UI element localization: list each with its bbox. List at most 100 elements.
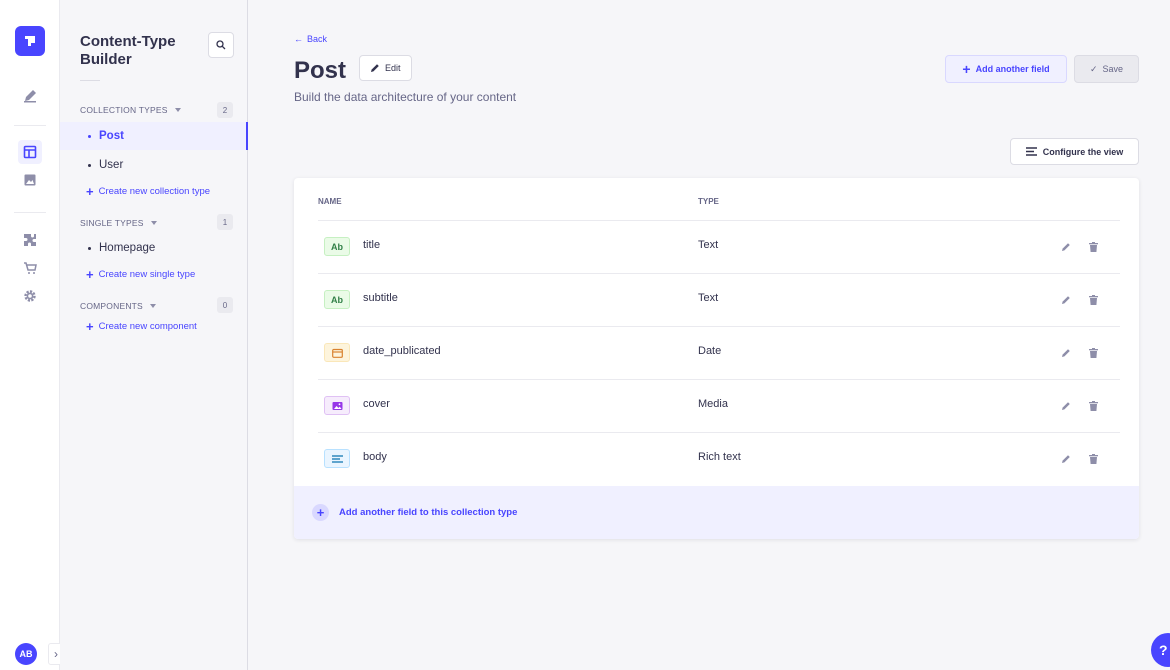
- subnav-item-label: User: [99, 159, 124, 171]
- settings-gear-icon[interactable]: [18, 284, 42, 308]
- main-nav-rail: AB ›: [0, 0, 64, 670]
- table-row[interactable]: Ab subtitle Text: [294, 273, 1139, 326]
- caret-down-icon: [174, 108, 181, 112]
- add-another-field-button[interactable]: + Add another field: [945, 55, 1067, 83]
- content-type-builder-subnav: Content-Type Builder COLLECTION TYPES 2 …: [60, 0, 248, 670]
- row-divider: [318, 273, 1120, 274]
- calendar-icon: [324, 343, 350, 362]
- create-link-label: Create new component: [98, 321, 197, 332]
- subnav-title: Content-Type Builder: [80, 33, 176, 68]
- field-type: Text: [698, 292, 719, 304]
- edit-field-button[interactable]: [1056, 290, 1076, 310]
- edit-field-button[interactable]: [1056, 396, 1076, 416]
- collection-types-count: 2: [217, 102, 233, 118]
- pencil-icon: [371, 64, 379, 72]
- page-subtitle: Build the data architecture of your cont…: [294, 90, 517, 104]
- create-collection-type-link[interactable]: + Create new collection type: [86, 183, 211, 199]
- row-divider: [318, 220, 1120, 221]
- components-header[interactable]: COMPONENTS: [80, 301, 156, 311]
- delete-field-button[interactable]: [1083, 237, 1103, 257]
- delete-field-button[interactable]: [1083, 343, 1103, 363]
- field-name: date_publicated: [363, 345, 441, 357]
- help-button[interactable]: ?: [1151, 633, 1170, 667]
- table-row[interactable]: cover Media: [294, 379, 1139, 432]
- edit-field-button[interactable]: [1056, 343, 1076, 363]
- edit-button[interactable]: Edit: [359, 55, 412, 81]
- column-header-name: NAME: [318, 197, 342, 206]
- back-link[interactable]: ← Back: [294, 34, 327, 44]
- collection-types-header[interactable]: COLLECTION TYPES: [80, 105, 181, 115]
- strapi-logo[interactable]: [15, 26, 45, 56]
- subnav-item-label: Homepage: [99, 242, 156, 254]
- trash-icon: [1088, 401, 1098, 411]
- save-button[interactable]: ✓ Save: [1074, 55, 1139, 83]
- save-label: Save: [1102, 64, 1124, 74]
- subnav-item-label: Post: [99, 130, 124, 142]
- field-type: Date: [698, 345, 722, 357]
- marketplace-cart-icon[interactable]: [18, 256, 42, 280]
- content-type-builder-icon[interactable]: [18, 140, 42, 164]
- row-divider: [318, 326, 1120, 327]
- table-row[interactable]: Ab title Text: [294, 220, 1139, 273]
- create-single-type-link[interactable]: + Create new single type: [86, 268, 196, 281]
- add-field-label: Add another field: [975, 64, 1050, 74]
- section-label: SINGLE TYPES: [80, 218, 144, 228]
- row-divider: [318, 432, 1120, 433]
- delete-field-button[interactable]: [1083, 396, 1103, 416]
- chevron-right-icon: ›: [54, 647, 58, 661]
- edit-field-button[interactable]: [1056, 237, 1076, 257]
- bullet-icon: [88, 246, 91, 250]
- configure-label: Configure the view: [1042, 146, 1124, 157]
- question-icon: ?: [1159, 642, 1168, 658]
- add-field-footer-button[interactable]: + Add another field to this collection t…: [294, 486, 1139, 539]
- components-count: 0: [217, 297, 233, 313]
- create-component-link[interactable]: + Create new component: [86, 320, 197, 333]
- table-row[interactable]: body Rich text: [294, 432, 1139, 485]
- delete-field-button[interactable]: [1083, 449, 1103, 469]
- bullet-icon: [88, 163, 91, 167]
- content-manager-icon[interactable]: [18, 84, 42, 108]
- row-divider: [318, 379, 1120, 380]
- subnav-item-homepage[interactable]: Homepage: [60, 234, 248, 262]
- plus-circle-icon: +: [312, 504, 329, 521]
- caret-down-icon: [150, 221, 157, 225]
- edit-field-button[interactable]: [1056, 449, 1076, 469]
- trash-icon: [1088, 295, 1098, 305]
- configure-view-button[interactable]: Configure the view: [1010, 138, 1139, 165]
- paragraph-icon: [324, 449, 350, 468]
- rail-divider: [14, 212, 46, 213]
- field-name: title: [363, 239, 381, 251]
- field-type: Media: [698, 398, 728, 410]
- text-type-icon: Ab: [324, 237, 350, 256]
- pencil-icon: [1062, 296, 1070, 304]
- trash-icon: [1088, 348, 1098, 358]
- field-type: Text: [698, 239, 719, 251]
- field-name: body: [363, 451, 387, 463]
- text-type-icon: Ab: [324, 290, 350, 309]
- user-avatar[interactable]: AB: [15, 643, 37, 665]
- edit-label: Edit: [385, 63, 401, 73]
- subnav-divider: [80, 80, 100, 81]
- fields-table-card: NAME TYPE Ab title Text Ab subtitle Text…: [294, 178, 1139, 539]
- column-header-type: TYPE: [698, 197, 719, 206]
- field-name: subtitle: [363, 292, 398, 304]
- subnav-item-post[interactable]: Post: [60, 122, 248, 150]
- plugins-icon[interactable]: [18, 228, 42, 252]
- create-link-label: Create new single type: [98, 269, 196, 280]
- create-link-label: Create new collection type: [98, 186, 211, 197]
- table-row[interactable]: date_publicated Date: [294, 326, 1139, 379]
- single-types-header[interactable]: SINGLE TYPES: [80, 218, 157, 228]
- plus-icon: +: [86, 183, 94, 199]
- rail-divider: [14, 125, 46, 126]
- section-label: COLLECTION TYPES: [80, 105, 168, 115]
- subnav-item-user[interactable]: User: [60, 151, 248, 179]
- list-settings-icon: [1025, 147, 1037, 156]
- trash-icon: [1088, 242, 1098, 252]
- delete-field-button[interactable]: [1083, 290, 1103, 310]
- media-library-icon[interactable]: [18, 168, 42, 192]
- image-icon: [324, 396, 350, 415]
- pencil-icon: [1062, 455, 1070, 463]
- pencil-icon: [1062, 349, 1070, 357]
- bullet-icon: [88, 134, 91, 138]
- subnav-search-button[interactable]: [208, 32, 234, 58]
